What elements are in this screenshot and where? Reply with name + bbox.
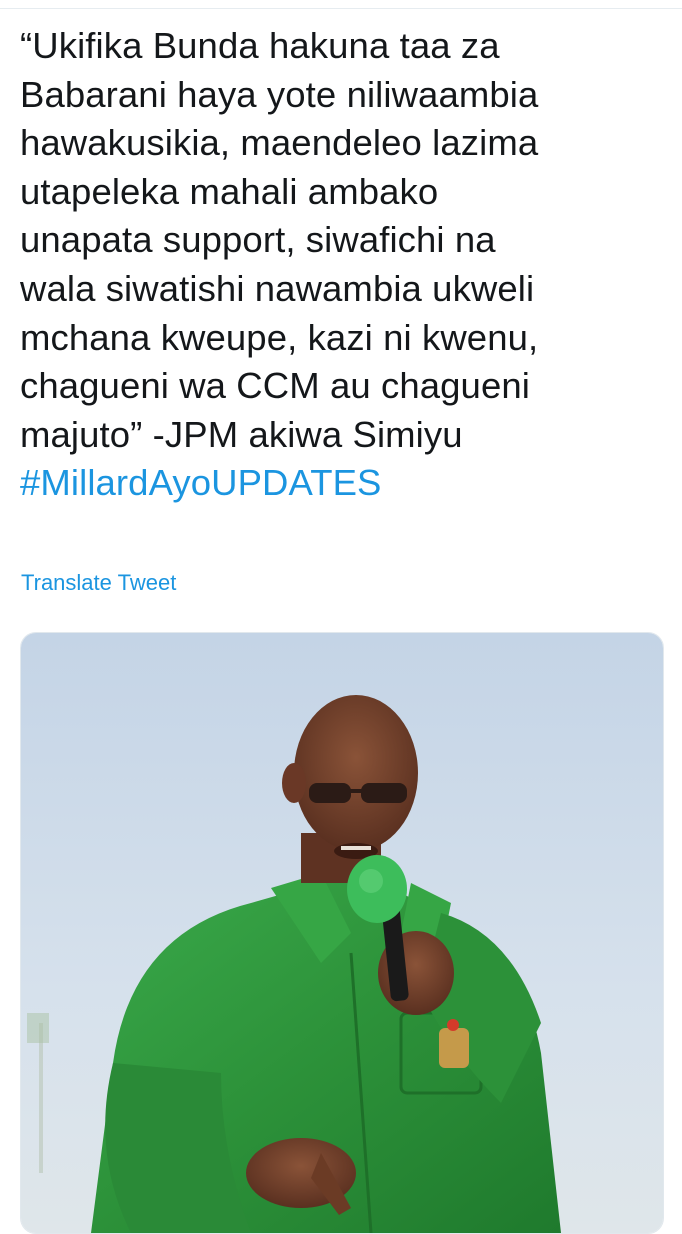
tweet-line-7: mchana kweupe, kazi ni kwenu, bbox=[20, 316, 539, 358]
hashtag-link[interactable]: #MillardAyoUPDATES bbox=[20, 459, 660, 508]
tweet-line-9: majuto” -JPM akiwa Simiyu bbox=[20, 413, 463, 455]
tweet-line-5: unapata support, siwafichi na bbox=[20, 219, 496, 261]
tweet-line-4: utapeleka mahali ambako bbox=[20, 170, 439, 212]
tweet-media-photo[interactable] bbox=[20, 632, 664, 1234]
tweet-line-1: “Ukifika Bunda hakuna taa za bbox=[20, 25, 500, 66]
top-divider bbox=[0, 0, 682, 9]
speaker-photo-icon bbox=[21, 633, 663, 1233]
tweet-line-6: wala siwatishi nawambia ukweli bbox=[20, 267, 535, 309]
tweet-text: “Ukifika Bunda hakuna taa za Babarani ha… bbox=[20, 22, 660, 508]
tweet-line-2: Babarani haya yote niliwaambia bbox=[20, 73, 539, 115]
tweet-line-3: hawakusikia, maendeleo lazima bbox=[20, 122, 539, 164]
tweet-line-8: chagueni wa CCM au chagueni bbox=[20, 365, 530, 407]
translate-tweet-link[interactable]: Translate Tweet bbox=[21, 569, 176, 597]
